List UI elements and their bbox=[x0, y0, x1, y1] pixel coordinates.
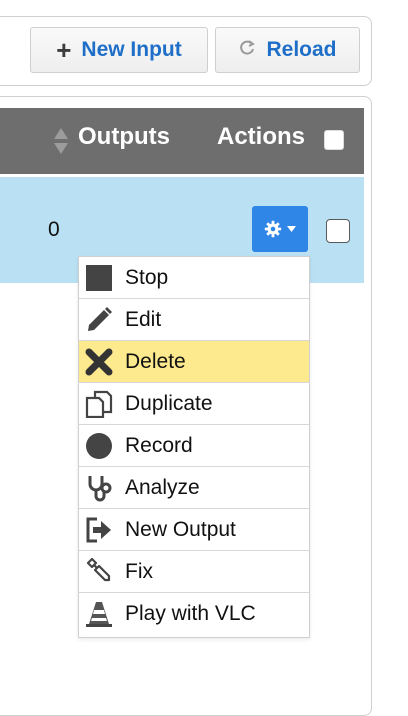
menu-item-label: Record bbox=[125, 433, 193, 457]
plus-icon: + bbox=[56, 35, 72, 65]
menu-item-fix[interactable]: Fix bbox=[79, 551, 309, 593]
record-icon bbox=[83, 430, 115, 462]
caret-down-icon bbox=[287, 226, 296, 232]
stop-icon bbox=[83, 262, 115, 294]
menu-item-new-output[interactable]: New Output bbox=[79, 509, 309, 551]
row-outputs-count: 0 bbox=[48, 218, 60, 241]
menu-item-label: Duplicate bbox=[125, 391, 213, 415]
x-icon bbox=[83, 346, 115, 378]
menu-item-record[interactable]: Record bbox=[79, 425, 309, 467]
new-input-label: New Input bbox=[81, 38, 182, 61]
reload-button[interactable]: Reload bbox=[215, 27, 360, 73]
menu-item-analyze[interactable]: Analyze bbox=[79, 467, 309, 509]
stethoscope-icon bbox=[83, 472, 115, 504]
menu-item-label: Play with VLC bbox=[125, 602, 256, 625]
menu-item-duplicate[interactable]: Duplicate bbox=[79, 383, 309, 425]
column-header-outputs[interactable]: Outputs bbox=[78, 123, 170, 151]
actions-dropdown-menu: Stop Edit Delete Duplicate Record Analyz… bbox=[78, 256, 310, 638]
menu-item-stop[interactable]: Stop bbox=[79, 257, 309, 299]
row-select-checkbox[interactable] bbox=[326, 219, 350, 243]
menu-item-label: Stop bbox=[125, 265, 169, 289]
reload-icon bbox=[238, 39, 256, 61]
menu-item-label: Edit bbox=[125, 307, 162, 331]
menu-item-label: Delete bbox=[125, 349, 186, 373]
menu-item-label: Analyze bbox=[125, 475, 200, 499]
wrench-icon bbox=[83, 556, 115, 588]
gear-icon bbox=[264, 220, 282, 238]
actions-dropdown-button[interactable] bbox=[252, 206, 308, 252]
menu-item-play-with-vlc[interactable]: Play with VLC bbox=[79, 593, 309, 635]
duplicate-icon bbox=[83, 388, 115, 420]
select-all-checkbox[interactable] bbox=[324, 130, 344, 150]
pencil-icon bbox=[83, 304, 115, 336]
column-header-actions: Actions bbox=[217, 123, 306, 150]
menu-item-delete[interactable]: Delete bbox=[79, 341, 309, 383]
menu-item-label: New Output bbox=[125, 517, 236, 541]
reload-label: Reload bbox=[266, 38, 337, 61]
sort-icon[interactable] bbox=[53, 127, 69, 155]
menu-item-label: Fix bbox=[125, 559, 153, 583]
sign-out-icon bbox=[83, 514, 115, 546]
menu-item-edit[interactable]: Edit bbox=[79, 299, 309, 341]
new-input-button[interactable]: + New Input bbox=[30, 27, 208, 73]
traffic-cone-icon bbox=[83, 598, 115, 630]
